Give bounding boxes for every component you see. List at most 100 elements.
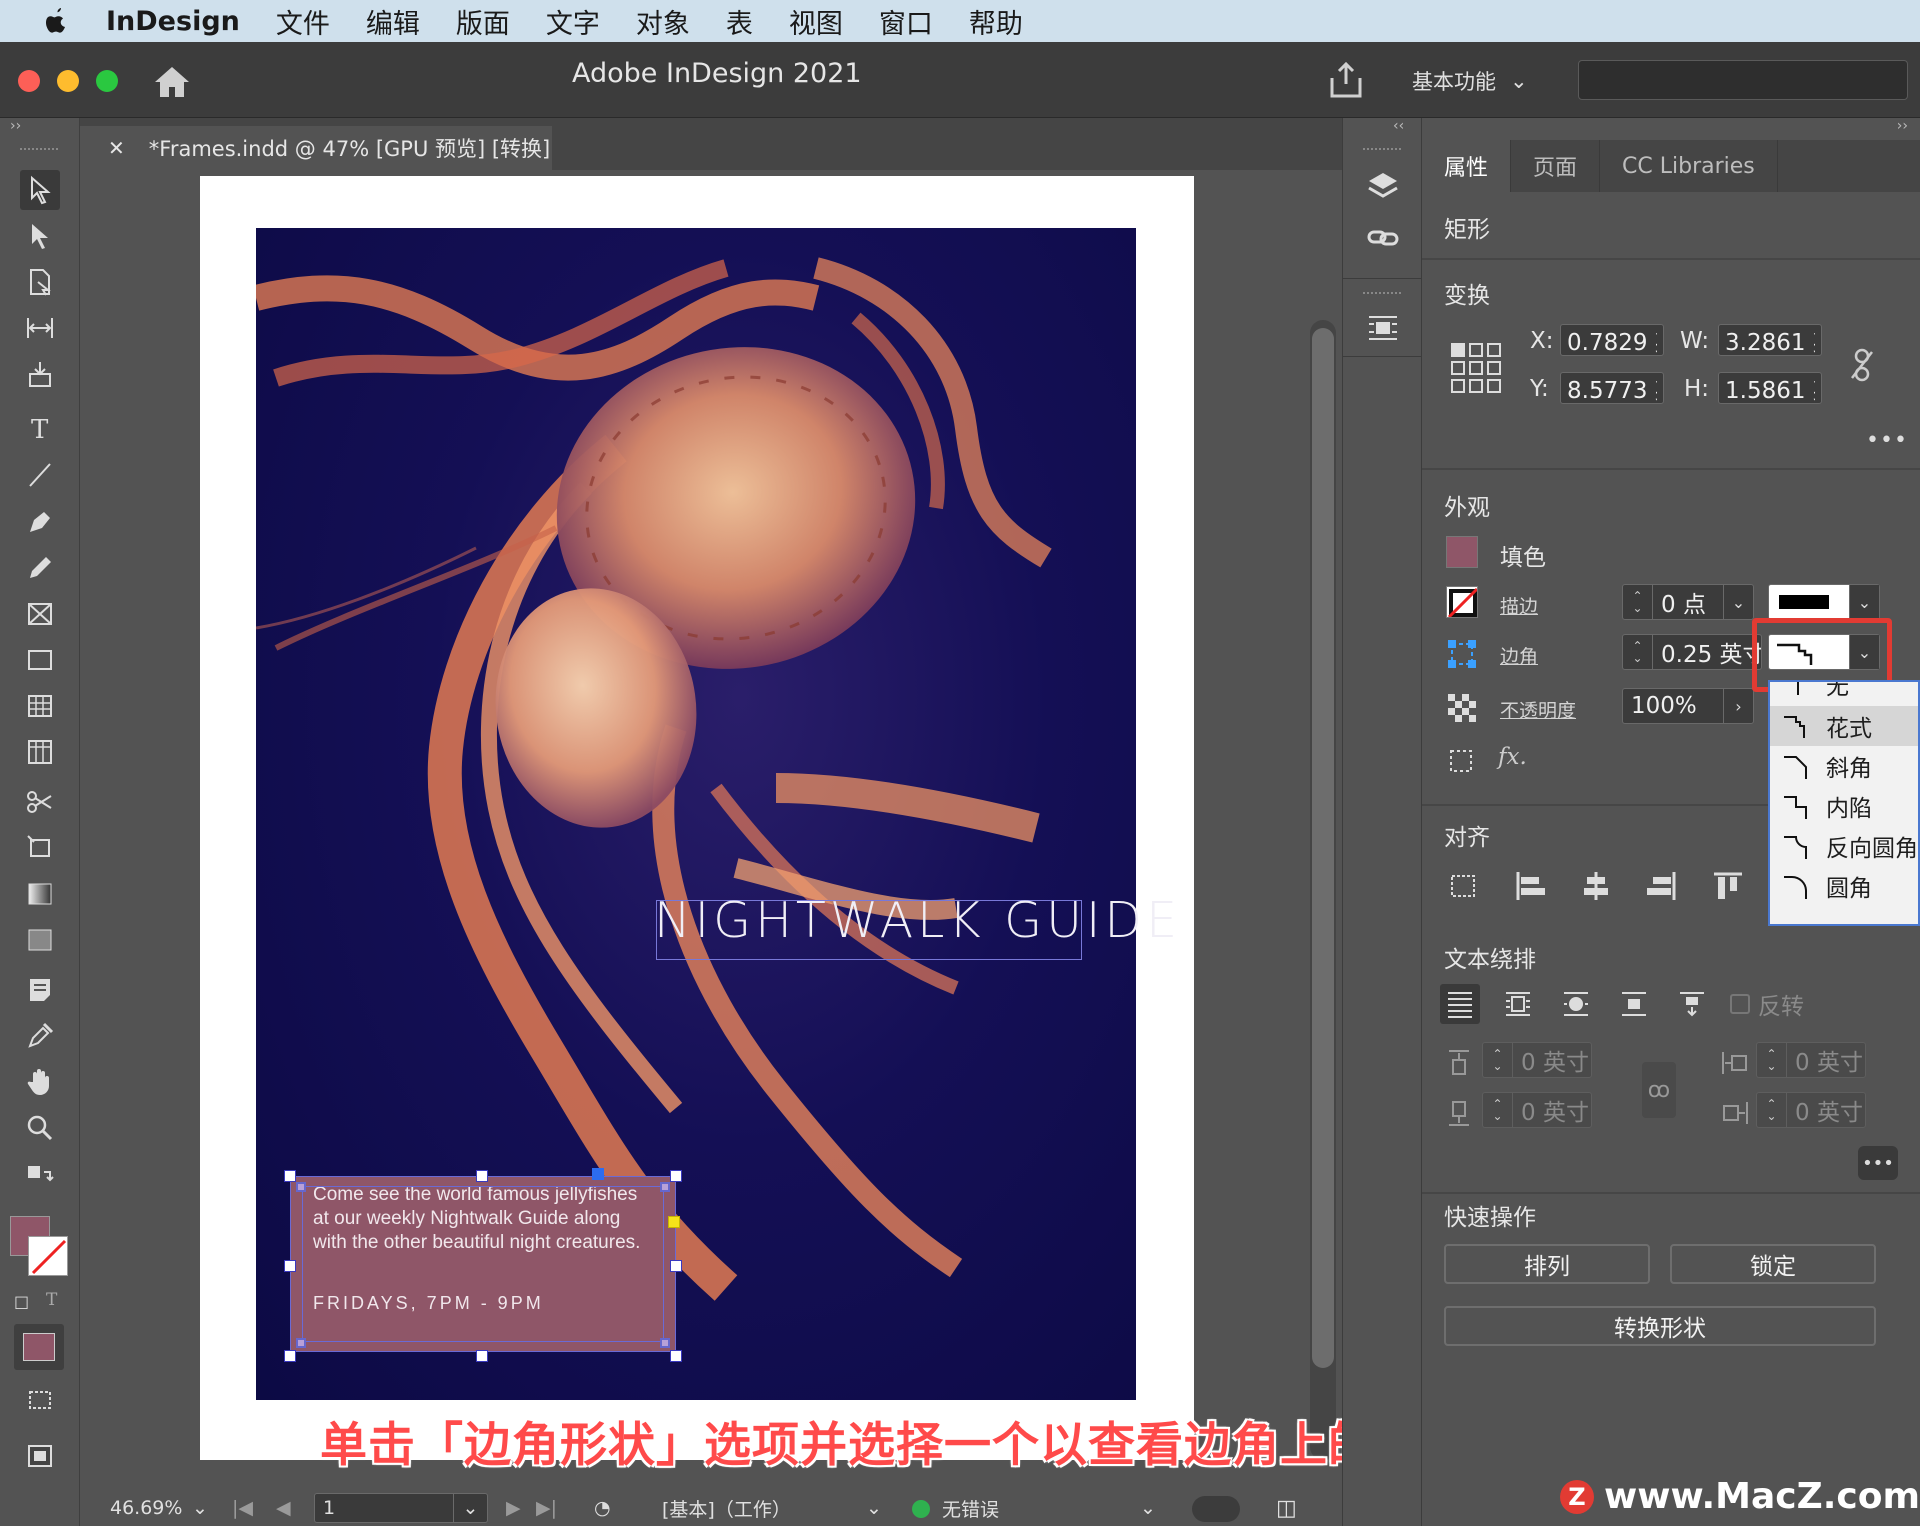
selection-tool-icon[interactable] [20,170,60,210]
corner-option-bevel[interactable]: 斜角 [1770,746,1918,786]
collapse-panels-icon[interactable]: ‹‹ [1393,118,1404,134]
rectangle-frame-tool-icon[interactable] [20,594,60,634]
preflight-status[interactable]: 无错误 [942,1495,999,1522]
screen-mode-icon[interactable] [20,1380,60,1420]
resize-handle[interactable] [284,1260,296,1272]
stroke-color-swatch[interactable] [1446,586,1478,618]
tab-pages[interactable]: 页面 [1511,140,1601,192]
chevron-down-icon[interactable]: ⌄ [1140,1497,1156,1519]
headline-text[interactable]: NIGHTWALK GUIDE [654,892,1181,949]
jump-to-next-column-icon[interactable] [1672,984,1712,1024]
page-number-field[interactable]: 1 ⌄ [314,1493,488,1523]
gradient-feather-tool-icon[interactable] [20,920,60,960]
opacity-field[interactable]: 100% › [1622,688,1754,724]
document-tab[interactable]: ✕ *Frames.indd @ 47% [GPU 预览] [转换] [80,126,552,170]
apply-color-icon[interactable] [14,1324,64,1370]
chevron-right-icon[interactable]: › [1723,689,1753,723]
document-status-icon[interactable]: ◔ [594,1497,611,1519]
no-text-wrap-icon[interactable] [1440,984,1480,1024]
align-to-selection-icon[interactable] [1444,866,1484,906]
y-position-field[interactable]: 8.5773 英 [1560,372,1664,404]
left-offset-stepper[interactable]: ⌃ ⌄ [1757,1042,1787,1078]
menu-view[interactable]: 视图 [789,2,843,41]
scissors-tool-icon[interactable] [20,782,60,822]
apple-icon[interactable] [36,6,76,36]
corner-widget[interactable] [660,1338,670,1348]
align-top-icon[interactable] [1708,866,1748,906]
direct-selection-tool-icon[interactable] [20,216,60,256]
top-offset-stepper[interactable]: ⌃ ⌄ [1483,1042,1513,1078]
split-view-icon[interactable]: ◫ [1276,1496,1297,1521]
height-field[interactable]: 1.5861 英 [1718,372,1822,404]
live-corner-handle[interactable] [668,1216,680,1228]
pencil-tool-icon[interactable] [20,548,60,588]
menu-app-name[interactable]: InDesign [106,6,240,37]
corner-size-stepper[interactable]: ⌃ ⌄ [1623,635,1653,669]
menu-help[interactable]: 帮助 [969,2,1023,41]
preview-mode-icon[interactable] [20,1436,60,1476]
resize-handle[interactable] [476,1170,488,1182]
first-page-icon[interactable]: |◀ [232,1497,253,1519]
stroke-label[interactable]: 描边 [1500,592,1538,619]
zoom-level[interactable]: 46.69% [110,1497,182,1519]
convert-shape-button[interactable]: 转换形状 [1444,1306,1876,1346]
chevron-down-icon[interactable]: ⌄ [1723,585,1753,619]
workspace-switcher[interactable]: 基本功能 ⌄ [1412,66,1528,96]
home-icon[interactable] [152,64,192,100]
x-position-field[interactable]: 0.7829 英 [1560,324,1664,356]
next-page-icon[interactable]: ▶ [506,1497,521,1519]
reference-point-icon[interactable] [1450,342,1502,398]
in-port-handle[interactable] [592,1168,604,1180]
type-tool-icon[interactable]: T [20,408,60,448]
collapse-toolbar-icon[interactable]: ›› [10,118,21,134]
menu-edit[interactable]: 编辑 [366,2,420,41]
corner-widget[interactable] [296,1182,306,1192]
menu-type[interactable]: 文字 [546,2,600,41]
page-tool-icon[interactable] [20,262,60,302]
chevron-down-icon[interactable]: ⌄ [866,1497,882,1519]
resize-handle[interactable] [284,1170,296,1182]
free-transform-tool-icon[interactable] [20,828,60,868]
formatting-container-icon[interactable]: □ [14,1292,29,1311]
wrap-around-object-shape-icon[interactable] [1556,984,1596,1024]
corner-widget[interactable] [660,1182,670,1192]
object-effects-icon[interactable] [1448,748,1476,780]
text-wrap-more-options-icon[interactable]: ••• [1858,1146,1898,1180]
top-offset-field[interactable]: ⌃ ⌄ 0 英寸 [1482,1042,1592,1078]
panel-grip[interactable] [1363,292,1401,294]
panel-grip[interactable] [1363,148,1401,150]
master-page-label[interactable]: [基本]（工作） [662,1495,791,1522]
corner-option-fancy[interactable]: 花式 [1770,706,1918,746]
note-tool-icon[interactable] [20,970,60,1010]
close-window-button[interactable] [18,70,40,92]
fill-label[interactable]: 填色 [1500,538,1546,572]
resize-handle[interactable] [670,1170,682,1182]
close-icon[interactable]: ✕ [108,136,125,160]
resize-handle[interactable] [284,1350,296,1362]
stroke-weight-stepper[interactable]: ⌃ ⌄ [1623,584,1653,620]
share-icon[interactable] [1328,60,1364,100]
document-canvas[interactable]: NIGHTWALK GUIDE Come see the world famou… [80,170,1342,1490]
invert-checkbox[interactable]: 反转 [1730,984,1840,1024]
preview-toggle[interactable] [1192,1496,1240,1522]
menu-table[interactable]: 表 [726,2,753,41]
constrain-proportions-icon[interactable] [1848,348,1876,386]
corner-widget[interactable] [296,1338,306,1348]
wrap-around-bounding-box-icon[interactable] [1498,984,1538,1024]
arrange-button[interactable]: 排列 [1444,1244,1650,1284]
corner-label[interactable]: 边角 [1500,642,1538,669]
collapse-panel-icon[interactable]: ›› [1897,118,1908,134]
bottom-offset-field[interactable]: ⌃ ⌄ 0 英寸 [1482,1092,1592,1128]
menu-layout[interactable]: 版面 [456,2,510,41]
grid-tool-icon[interactable] [20,732,60,772]
more-options-icon[interactable]: ••• [1866,428,1908,453]
resize-handle[interactable] [670,1350,682,1362]
swap-fill-stroke-icon[interactable] [20,1158,60,1198]
toolbar-grip[interactable] [20,148,58,154]
menu-object[interactable]: 对象 [636,2,690,41]
corner-option-rounded[interactable]: 圆角 [1770,866,1918,906]
corner-option-inverse-rounded[interactable]: 反向圆角 [1770,826,1918,866]
eyedropper-tool-icon[interactable] [20,1016,60,1056]
hand-tool-icon[interactable] [20,1062,60,1102]
links-icon[interactable] [1363,218,1403,258]
